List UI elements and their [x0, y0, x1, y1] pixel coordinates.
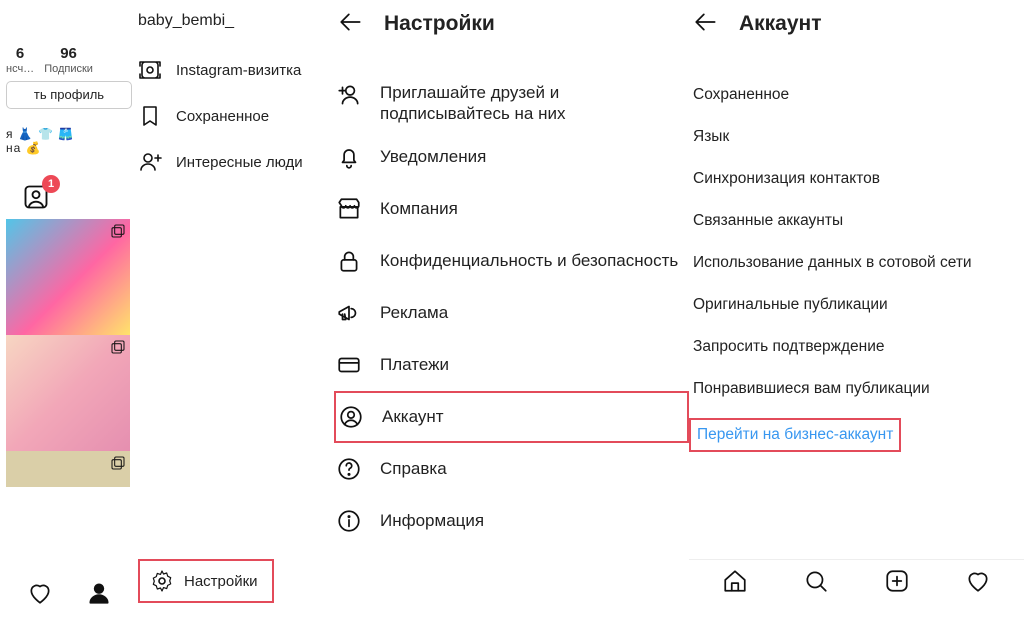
stat-following[interactable]: 96 Подписки	[44, 46, 93, 75]
account-item-saved[interactable]: Сохраненное	[689, 74, 1024, 116]
edit-profile-button[interactable]: ть профиль	[6, 81, 132, 109]
gear-icon	[150, 569, 174, 593]
settings-item-account[interactable]: Аккаунт	[334, 391, 689, 443]
activity-icon[interactable]	[27, 580, 53, 611]
settings-item-label: Реклама	[380, 303, 448, 323]
drawer-item-label: Сохраненное	[176, 108, 269, 125]
drawer-item-discover[interactable]: Интересные люди	[138, 140, 334, 184]
account-item-original[interactable]: Оригинальные публикации	[689, 284, 1024, 326]
drawer-item-saved[interactable]: Сохраненное	[138, 94, 334, 138]
drawer-item-nametag[interactable]: Instagram-визитка	[138, 48, 334, 92]
drawer-item-settings[interactable]: Настройки	[138, 559, 274, 603]
card-icon	[336, 352, 362, 378]
stat-num: 6	[16, 46, 24, 63]
settings-item-label: Уведомления	[380, 147, 486, 167]
account-item-contacts-sync[interactable]: Синхронизация контактов	[689, 158, 1024, 200]
lock-icon	[336, 248, 362, 274]
drawer-panel: baby_bembi_ Instagram-визитка Сохраненно…	[138, 0, 334, 619]
settings-item-notifications[interactable]: Уведомления	[334, 131, 689, 183]
settings-item-label: Справка	[380, 459, 447, 479]
bell-icon	[336, 144, 362, 170]
add-post-icon[interactable]	[884, 568, 910, 599]
account-item-cellular[interactable]: Использование данных в сотовой сети	[689, 242, 1024, 284]
stat-num: 96	[60, 46, 77, 63]
switch-business-link: Перейти на бизнес-аккаунт	[697, 426, 893, 443]
help-icon	[336, 456, 362, 482]
drawer-item-label: Интересные люди	[176, 154, 303, 171]
carousel-icon	[110, 339, 126, 355]
settings-item-label: Платежи	[380, 355, 449, 375]
settings-item-label: Информация	[380, 511, 484, 531]
username-label: baby_bembi_	[138, 0, 334, 48]
post-thumbnail[interactable]	[6, 451, 130, 487]
back-icon[interactable]	[693, 9, 719, 40]
account-item-language[interactable]: Язык	[689, 116, 1024, 158]
settings-item-payments[interactable]: Платежи	[334, 339, 689, 391]
account-item-liked[interactable]: Понравившиеся вам публикации	[689, 368, 1024, 410]
user-circle-icon	[338, 404, 364, 430]
posts-grid	[6, 219, 130, 487]
megaphone-icon	[336, 300, 362, 326]
profile-panel: 6 нсч… 96 Подписки ть профиль я 👗 👕 🩳 на…	[0, 0, 138, 619]
account-item-linked[interactable]: Связанные аккаунты	[689, 200, 1024, 242]
carousel-icon	[110, 455, 126, 471]
info-icon	[336, 508, 362, 534]
bottom-nav	[689, 559, 1024, 607]
edit-profile-label: ть профиль	[34, 87, 104, 102]
settings-item-ads[interactable]: Реклама	[334, 287, 689, 339]
store-icon	[336, 196, 362, 222]
tagged-tab[interactable]: 1	[22, 183, 50, 207]
settings-item-label: Конфиденциальность и безопасность	[380, 251, 678, 271]
account-item-switch-business[interactable]: Перейти на бизнес-аккаунт	[689, 414, 1024, 456]
settings-item-business[interactable]: Компания	[334, 183, 689, 235]
settings-item-about[interactable]: Информация	[334, 495, 689, 547]
settings-panel: Настройки Приглашайте друзей иподписывай…	[334, 0, 689, 619]
account-panel: Аккаунт Сохраненное Язык Синхронизация к…	[689, 0, 1024, 619]
page-title: Аккаунт	[739, 12, 822, 36]
search-icon[interactable]	[803, 568, 829, 599]
stat-label: нсч…	[6, 63, 34, 75]
settings-item-invite[interactable]: Приглашайте друзей иподписывайтесь на ни…	[334, 76, 689, 131]
profile-icon[interactable]	[86, 580, 112, 611]
settings-item-help[interactable]: Справка	[334, 443, 689, 495]
add-user-icon	[336, 82, 362, 108]
drawer-item-label: Instagram-визитка	[176, 62, 301, 79]
post-thumbnail[interactable]	[6, 219, 130, 335]
settings-label: Настройки	[184, 573, 258, 590]
stat-label: Подписки	[44, 63, 93, 75]
back-icon[interactable]	[338, 9, 364, 40]
activity-icon[interactable]	[965, 568, 991, 599]
page-title: Настройки	[384, 12, 495, 36]
settings-item-label: Компания	[380, 199, 458, 219]
settings-item-privacy[interactable]: Конфиденциальность и безопасность	[334, 235, 689, 287]
account-item-verify[interactable]: Запросить подтверждение	[689, 326, 1024, 368]
settings-item-label: Аккаунт	[382, 407, 444, 427]
carousel-icon	[110, 223, 126, 239]
home-icon[interactable]	[722, 568, 748, 599]
bio-text: я 👗 👕 🩳 на 💰	[0, 109, 138, 155]
notification-badge: 1	[42, 175, 60, 193]
post-thumbnail[interactable]	[6, 335, 130, 451]
stat-subscribers[interactable]: 6 нсч…	[6, 46, 34, 75]
